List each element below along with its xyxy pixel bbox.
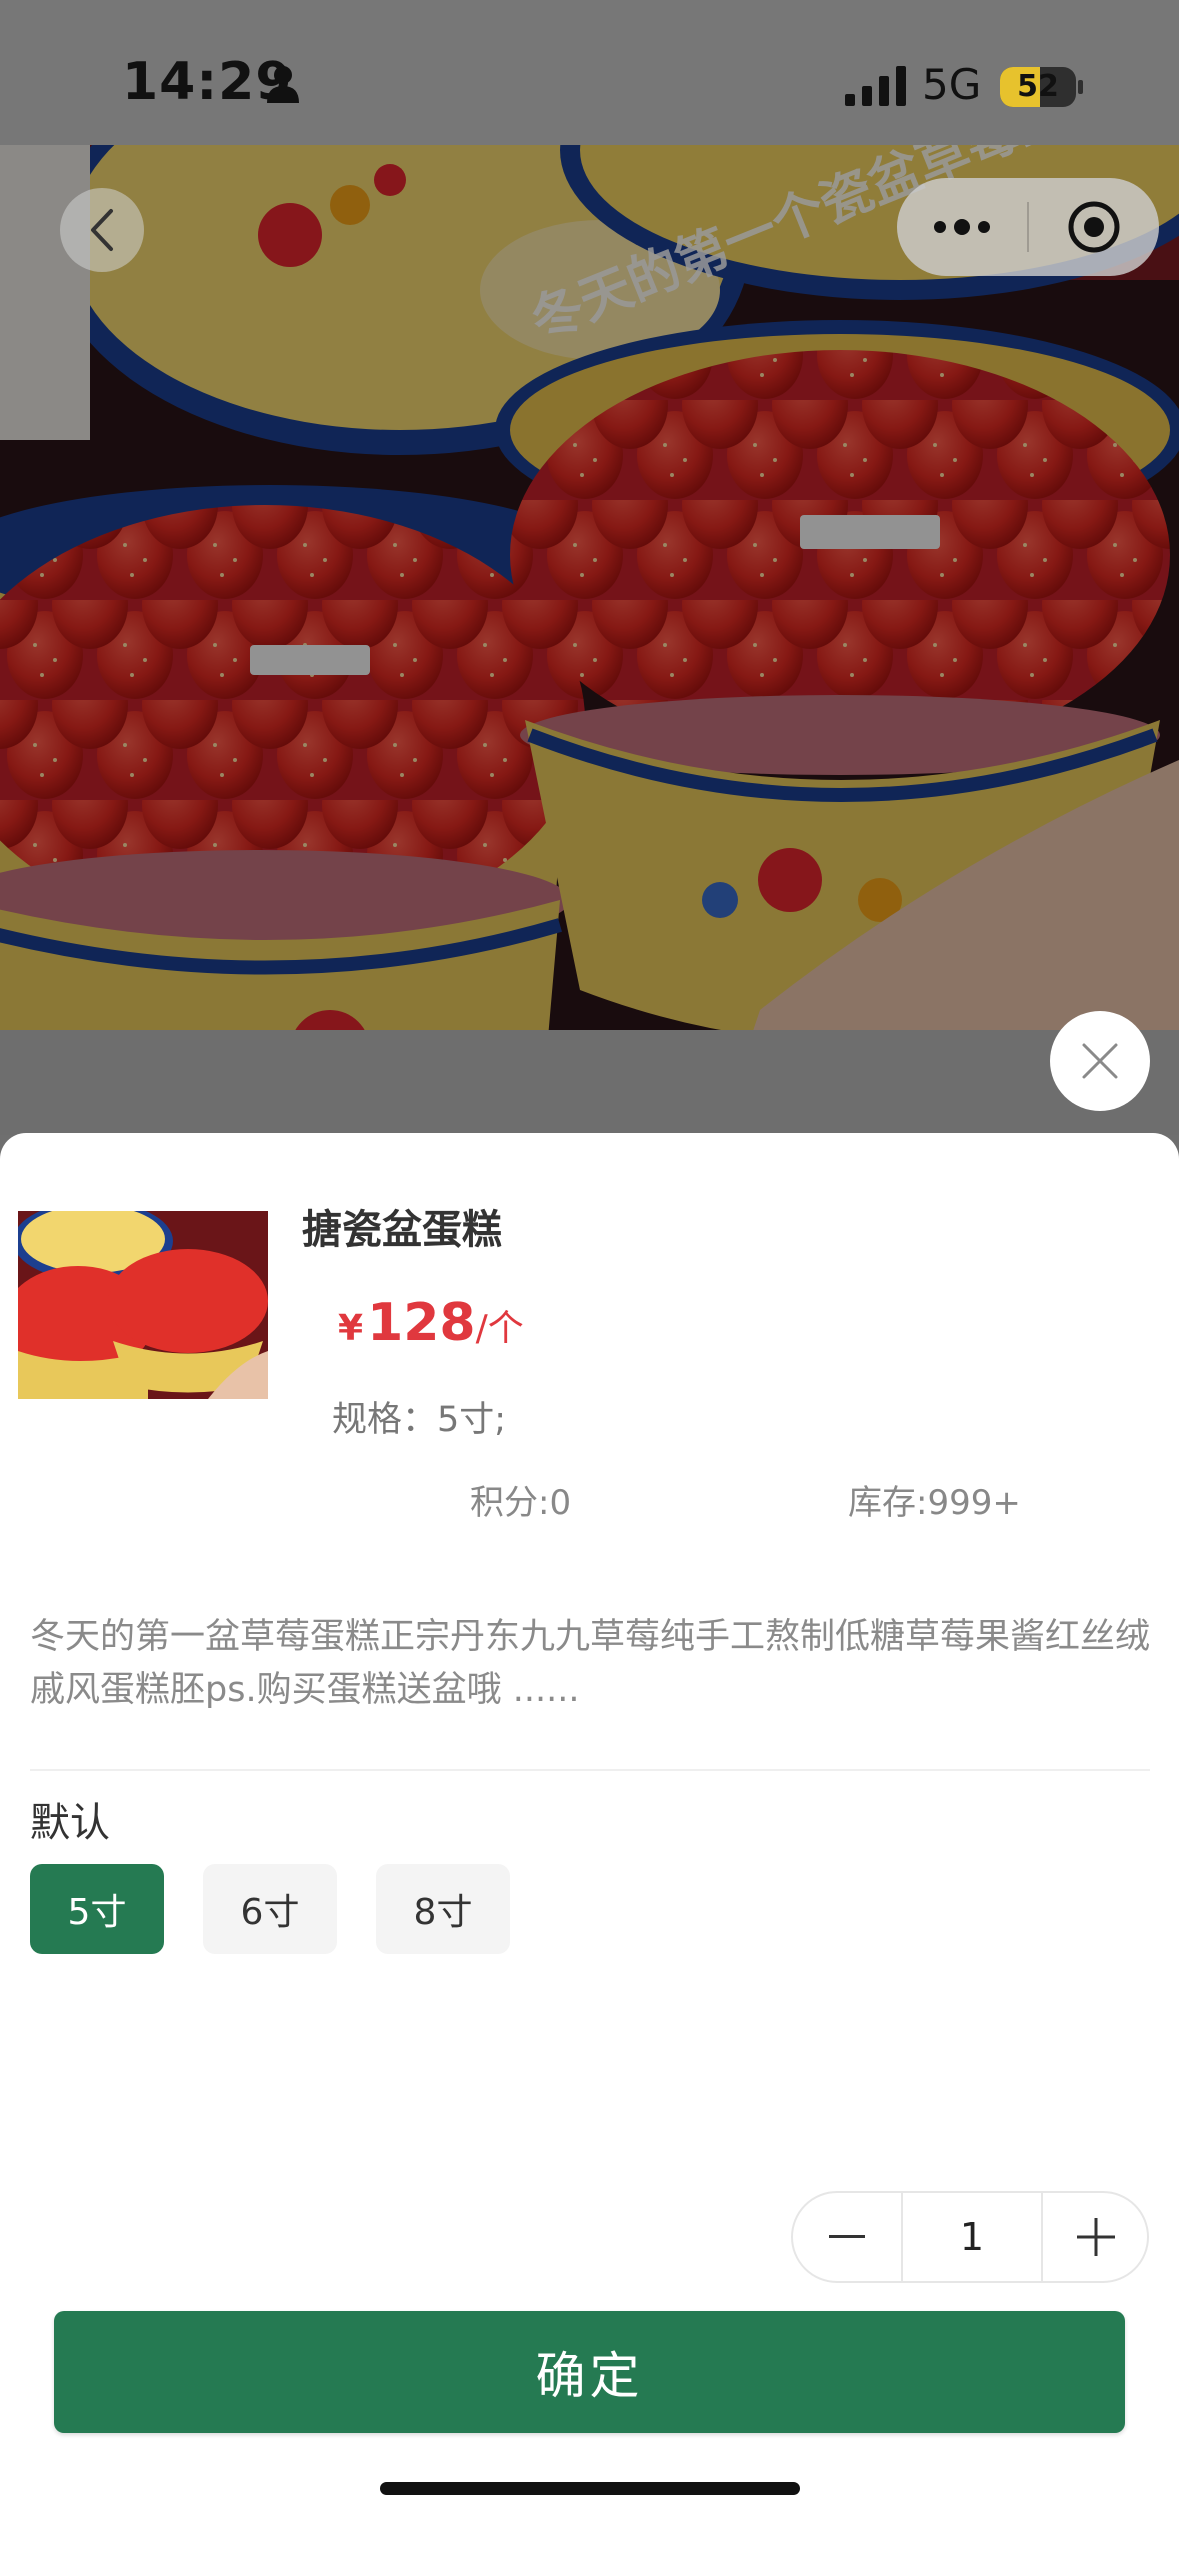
home-indicator[interactable] [380, 2482, 800, 2495]
option-6-inch[interactable]: 6寸 [203, 1864, 337, 1954]
product-description: 冬天的第一盆草莓蛋糕正宗丹东九九草莓纯手工熬制低糖草莓果酱红丝绒戚风蛋糕胚ps.… [30, 1617, 1151, 1710]
decrease-button[interactable] [793, 2193, 901, 2281]
target-icon [1068, 201, 1120, 253]
option-8-inch[interactable]: 8寸 [376, 1864, 510, 1954]
option-5-inch[interactable]: 5寸 [30, 1864, 164, 1954]
selected-spec: 规格：5寸; [332, 1400, 507, 1440]
minus-icon [829, 2235, 865, 2238]
option-group-label: 默认 [30, 1800, 110, 1846]
person-icon [267, 66, 299, 103]
close-icon [1082, 1043, 1118, 1079]
sku-sheet: 搪瓷盆蛋糕 ¥128/个 规格：5寸; 积分:0 库存:999+ 冬天的第一盆草… [0, 1133, 1179, 2556]
price-amount: 128 [367, 1293, 476, 1353]
stock-label: 库存:999+ [848, 1483, 1021, 1523]
back-button[interactable] [60, 188, 144, 272]
increase-button[interactable] [1043, 2193, 1149, 2281]
battery-tip [1078, 80, 1083, 94]
miniprogram-capsule [897, 178, 1159, 276]
chevron-left-icon [91, 209, 113, 251]
quantity-stepper: 1 [791, 2191, 1149, 2283]
exit-button[interactable] [1029, 178, 1159, 276]
price-currency: ¥ [338, 1308, 364, 1349]
status-bar: 14:29 5G 52 [0, 0, 1179, 145]
overlay-gap [0, 1030, 1179, 1135]
product-thumbnail[interactable] [18, 1211, 268, 1399]
close-button[interactable] [1050, 1011, 1150, 1111]
signal-icon [845, 66, 906, 106]
confirm-button[interactable]: 确定 [54, 2311, 1125, 2433]
product-title: 搪瓷盆蛋糕 [302, 1207, 502, 1253]
battery-percent: 52 [1017, 69, 1059, 104]
more-button[interactable] [897, 178, 1027, 276]
points-label: 积分:0 [470, 1483, 572, 1523]
plus-icon [1077, 2218, 1115, 2256]
product-price: ¥128/个 [338, 1293, 524, 1353]
network-label: 5G [922, 60, 982, 109]
quantity-input[interactable]: 1 [903, 2193, 1041, 2281]
price-unit: /个 [475, 1308, 524, 1349]
divider [30, 1769, 1150, 1771]
battery-icon: 52 [1000, 67, 1076, 107]
overlay-mask[interactable] [0, 0, 1179, 1135]
more-dots-icon [934, 219, 990, 235]
